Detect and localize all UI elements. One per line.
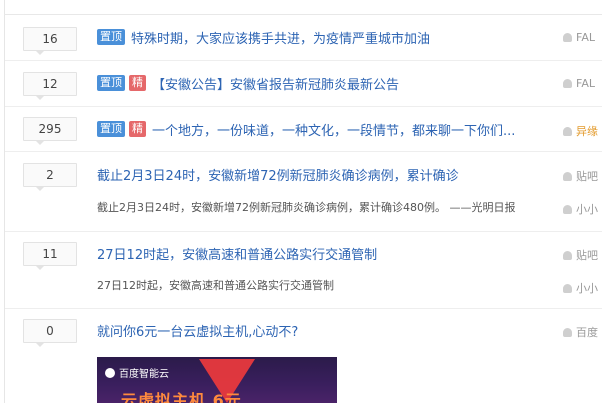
pinned-badge: 置顶	[97, 121, 125, 137]
row-divider	[5, 308, 602, 309]
thread-author[interactable]: FAL	[563, 77, 595, 90]
pinned-badge: 置顶	[97, 29, 125, 45]
reply-count: 0	[23, 319, 77, 347]
user-icon	[563, 328, 572, 337]
thread-abstract: 27日12时起，安徽高速和普通公路实行交通管制	[97, 279, 334, 292]
reply-count: 295	[23, 117, 77, 145]
last-reply-name[interactable]: 小小	[576, 203, 598, 216]
author-name[interactable]: 贴吧	[576, 170, 598, 183]
thread-author[interactable]: FAL	[563, 31, 595, 44]
baidu-paw-icon	[105, 368, 115, 378]
ad-banner-image[interactable]: 百度智能云 云虚拟主机 6元	[97, 357, 337, 403]
user-icon	[563, 172, 572, 181]
row-divider	[5, 151, 602, 152]
thread-abstract: 截止2月3日24时，安徽新增72例新冠肺炎确诊病例，累计确诊480例。 ——光明…	[97, 201, 516, 214]
ad-headline: 云虚拟主机 6元	[121, 391, 242, 403]
last-reply-author[interactable]: 小小	[563, 280, 598, 296]
pinned-badge: 置顶	[97, 75, 125, 91]
ad-logo-text: 百度智能云	[119, 369, 169, 380]
thread-author[interactable]: 百度	[563, 324, 598, 340]
thread-title-link[interactable]: 【安徽公告】安徽省报告新冠肺炎最新公告	[152, 74, 399, 93]
thread-title-link[interactable]: 特殊时期，大家应该携手共进，为疫情严重城市加油	[131, 28, 430, 47]
top-border	[4, 14, 602, 15]
author-name[interactable]: 异缘	[576, 125, 598, 138]
reply-count: 11	[23, 242, 77, 270]
reply-icon	[563, 205, 572, 214]
user-icon	[563, 251, 572, 260]
reply-icon	[563, 284, 572, 293]
reply-count: 2	[23, 163, 77, 191]
author-name[interactable]: FAL	[576, 77, 595, 90]
ad-title-link[interactable]: 就问你6元一台云虚拟主机,心动不?	[97, 321, 298, 340]
featured-badge: 精	[129, 121, 146, 137]
thread-author[interactable]: 贴吧	[563, 247, 598, 263]
reply-count: 12	[23, 72, 77, 100]
thread-title-line: 27日12时起，安徽高速和普通公路实行交通管制	[97, 243, 377, 263]
user-icon	[563, 127, 572, 136]
thread-title-line: 置顶 精 【安徽公告】安徽省报告新冠肺炎最新公告	[97, 73, 399, 93]
thread-title-link[interactable]: 截止2月3日24时，安徽新增72例新冠肺炎确诊病例，累计确诊	[97, 165, 459, 184]
row-divider	[5, 106, 602, 107]
featured-badge: 精	[129, 75, 146, 91]
thread-title-line: 截止2月3日24时，安徽新增72例新冠肺炎确诊病例，累计确诊	[97, 164, 459, 184]
row-divider	[5, 60, 602, 61]
last-reply-author[interactable]: 小小	[563, 201, 598, 217]
author-name[interactable]: FAL	[576, 31, 595, 44]
user-icon	[563, 79, 572, 88]
row-divider	[5, 231, 602, 232]
thread-title-line: 置顶 精 一个地方，一份味道，一种文化，一段情节，都来聊一下你们...	[97, 119, 515, 139]
user-icon	[563, 33, 572, 42]
last-reply-name[interactable]: 小小	[576, 282, 598, 295]
thread-title-link[interactable]: 27日12时起，安徽高速和普通公路实行交通管制	[97, 244, 377, 263]
ad-logo: 百度智能云	[105, 365, 169, 380]
thread-author[interactable]: 贴吧	[563, 168, 598, 184]
author-name[interactable]: 贴吧	[576, 249, 598, 262]
thread-author[interactable]: 异缘	[563, 123, 598, 139]
author-name[interactable]: 百度	[576, 326, 598, 339]
reply-count: 16	[23, 27, 77, 55]
thread-title-line: 置顶 特殊时期，大家应该携手共进，为疫情严重城市加油	[97, 27, 430, 47]
thread-title-link[interactable]: 一个地方，一份味道，一种文化，一段情节，都来聊一下你们...	[152, 120, 515, 139]
thread-title-line: 就问你6元一台云虚拟主机,心动不?	[97, 320, 298, 340]
